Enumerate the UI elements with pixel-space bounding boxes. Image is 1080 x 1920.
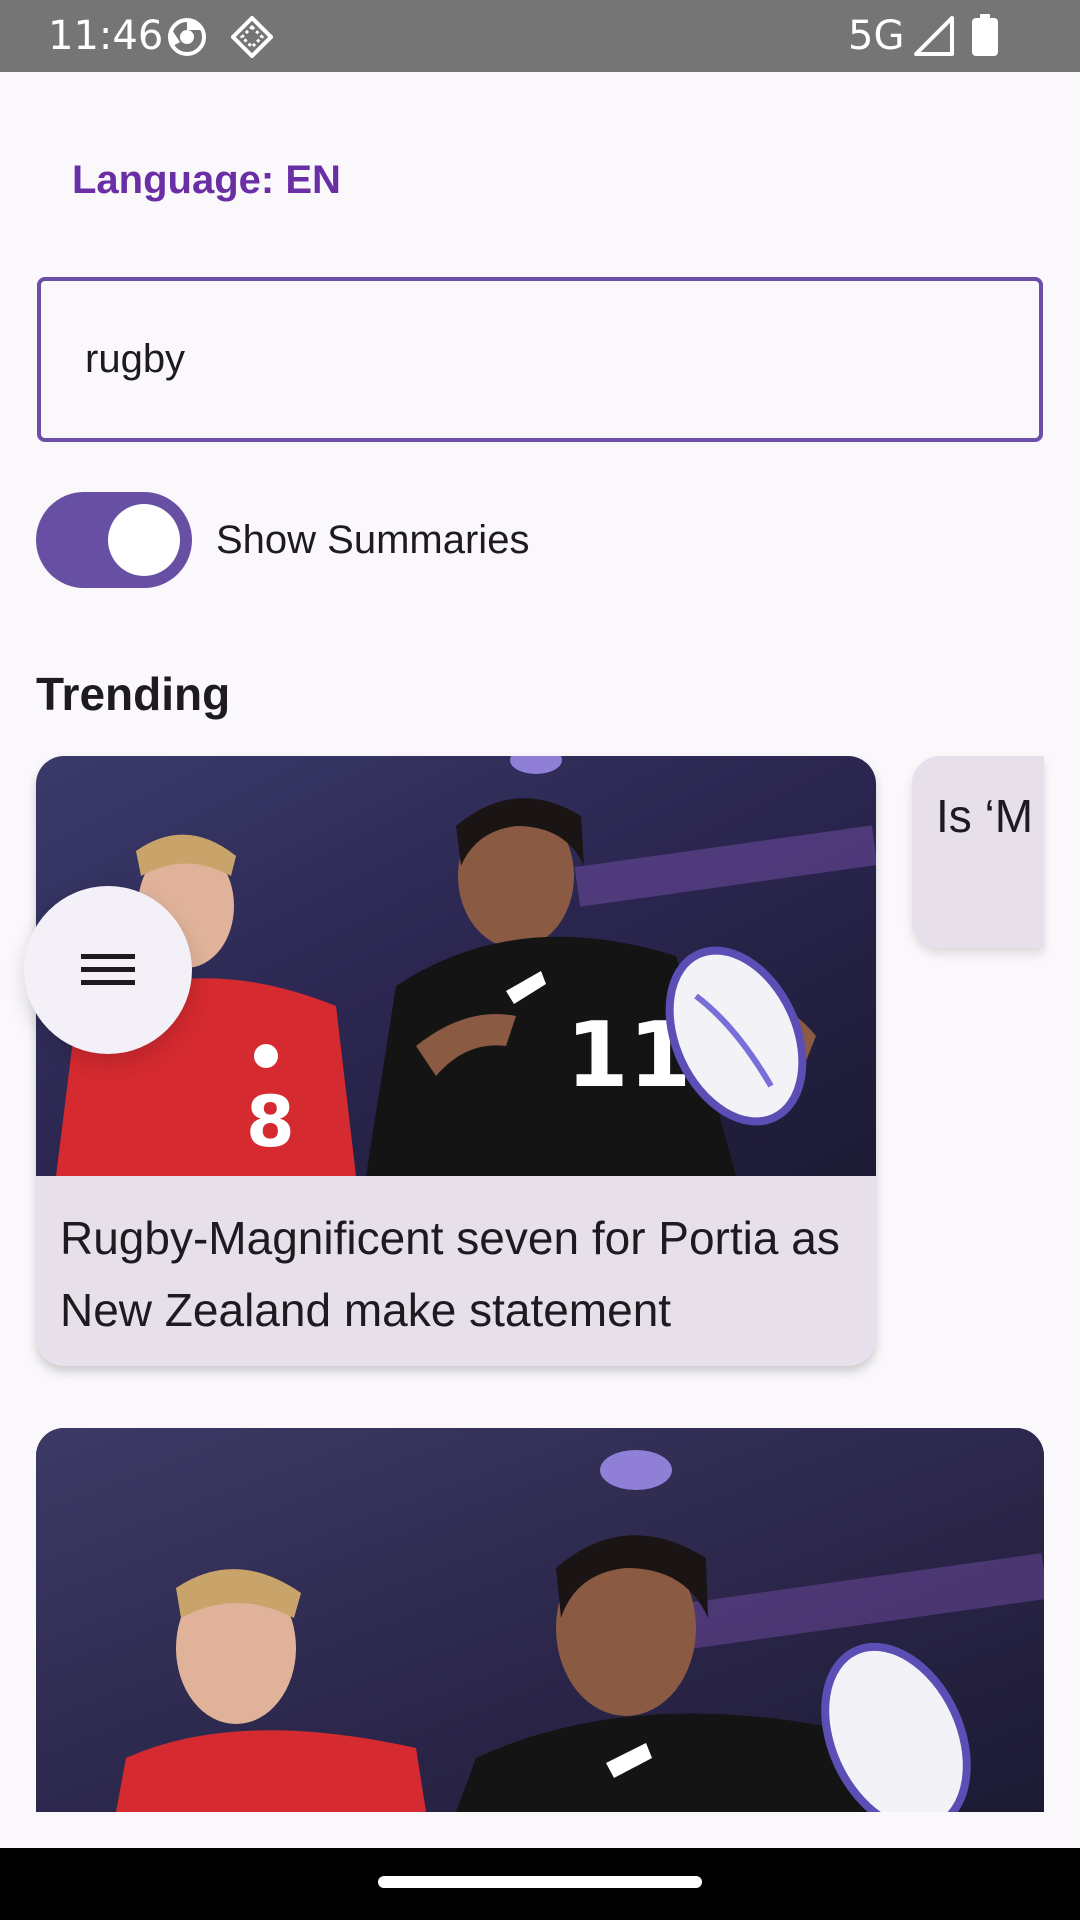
show-summaries-toggle[interactable]	[36, 492, 192, 588]
status-bar: 11:46 5G	[0, 0, 1080, 72]
chrome-icon	[168, 18, 206, 56]
show-summaries-label: Show Summaries	[216, 518, 530, 562]
trending-card-title: Rugby-Magnificent seven for Portia as Ne…	[60, 1212, 840, 1336]
search-input[interactable]: rugby	[37, 277, 1043, 442]
signal-icon	[914, 16, 954, 56]
home-gesture-handle[interactable]	[378, 1876, 702, 1888]
news-card[interactable]	[36, 1428, 1044, 1812]
bottom-spacer	[0, 1812, 1080, 1848]
trending-card-title: Is ‘M Reck	[936, 790, 1044, 842]
diamond-icon	[231, 16, 273, 58]
language-button[interactable]: Language: EN	[72, 150, 341, 210]
network-label: 5G	[848, 13, 905, 59]
menu-button[interactable]	[24, 886, 192, 1054]
svg-text:8: 8	[246, 1081, 295, 1163]
trending-heading: Trending	[36, 668, 231, 720]
toggle-knob	[108, 504, 180, 576]
battery-icon	[972, 14, 998, 56]
search-input-value: rugby	[85, 337, 186, 381]
trending-card[interactable]: 8 11 Rugby-Magnificent seven for Portia …	[36, 756, 876, 1366]
status-time: 11:46	[48, 13, 164, 59]
trending-card[interactable]: Is ‘M Reck	[912, 756, 1044, 948]
menu-icon	[81, 954, 135, 985]
rugby-player-photo	[36, 1428, 1044, 1812]
